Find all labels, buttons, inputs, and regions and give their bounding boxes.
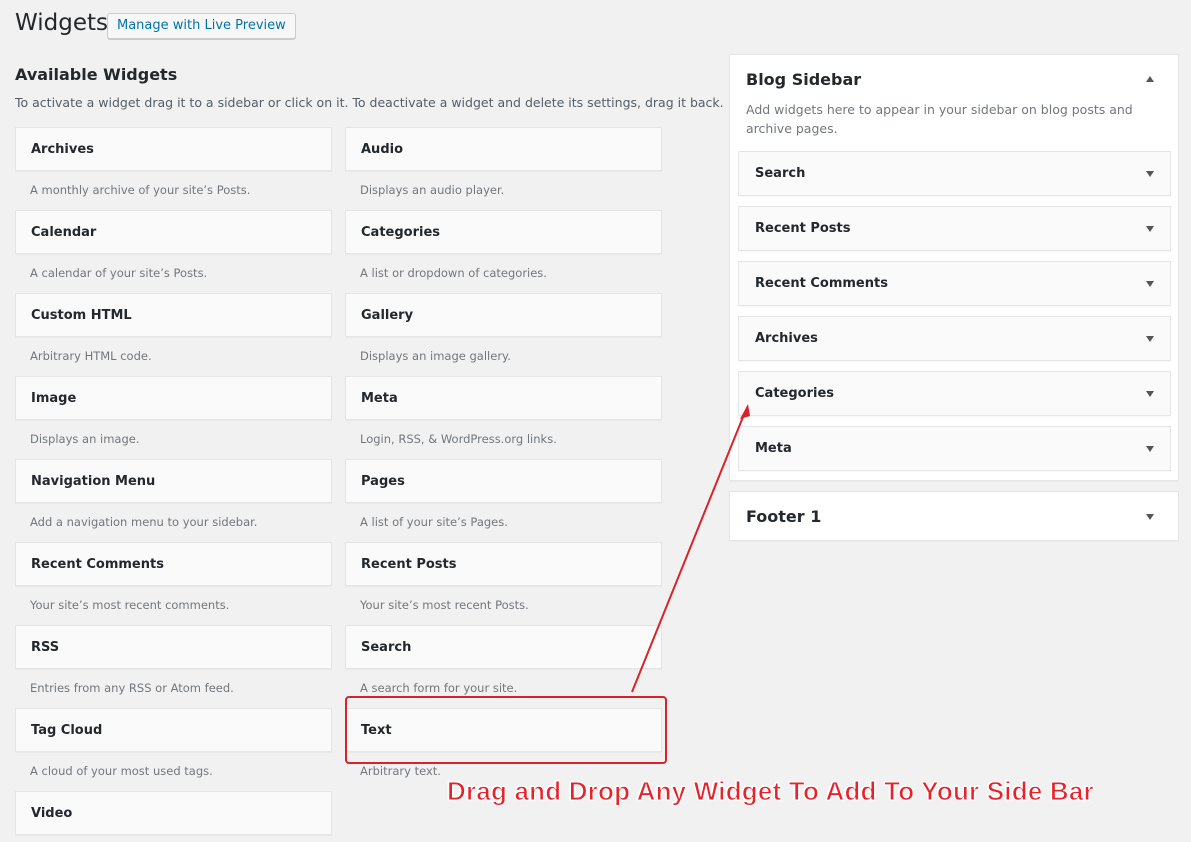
widget-description: Login, RSS, & WordPress.org links. (360, 432, 557, 446)
widget-description: Arbitrary HTML code. (30, 349, 152, 363)
available-widget[interactable]: Tag Cloud A cloud of your most used tags. (15, 708, 332, 792)
widget-title[interactable]: Image (15, 376, 332, 420)
widget-title[interactable]: Search (345, 625, 662, 669)
widget-description (15, 835, 332, 842)
sidebar-widget-label: Recent Posts (755, 221, 851, 236)
available-widget[interactable]: RSS Entries from any RSS or Atom feed. (15, 625, 332, 709)
available-widget[interactable]: Navigation Menu Add a navigation menu to … (15, 459, 332, 543)
widget-description: Add a navigation menu to your sidebar. (30, 515, 258, 529)
widget-title[interactable]: Calendar (15, 210, 332, 254)
chevron-down-icon[interactable] (1146, 171, 1154, 177)
sidebar-widget[interactable]: Meta (738, 426, 1171, 471)
widget-title[interactable]: Archives (15, 127, 332, 171)
drag-drop-annotation: Drag and Drop Any Widget To Add To Your … (447, 776, 1095, 807)
available-widget[interactable]: Recent Comments Your site’s most recent c… (15, 542, 332, 626)
chevron-down-icon[interactable] (1146, 336, 1154, 342)
sidebar-widget-label: Categories (755, 386, 835, 401)
available-widget[interactable]: Calendar A calendar of your site’s Posts. (15, 210, 332, 294)
widget-description: Your site’s most recent Posts. (360, 598, 529, 612)
sidebar-widget-label: Meta (755, 441, 792, 456)
blog-sidebar-title[interactable]: Blog Sidebar (746, 70, 861, 89)
widget-description: A calendar of your site’s Posts. (30, 266, 208, 280)
available-widgets-description: To activate a widget drag it to a sideba… (15, 95, 724, 110)
widget-description: A monthly archive of your site’s Posts. (30, 183, 251, 197)
available-widget[interactable]: Image Displays an image. (15, 376, 332, 460)
widget-title[interactable]: Navigation Menu (15, 459, 332, 503)
available-widget[interactable]: Custom HTML Arbitrary HTML code. (15, 293, 332, 377)
widget-title[interactable]: Meta (345, 376, 662, 420)
widget-title[interactable]: Recent Comments (15, 542, 332, 586)
widget-description: A list or dropdown of categories. (360, 266, 547, 280)
text-widget-highlight (345, 696, 667, 764)
sidebar-widget-label: Archives (755, 331, 818, 346)
chevron-down-icon[interactable] (1146, 391, 1154, 397)
widget-description: Displays an audio player. (360, 183, 505, 197)
available-widget[interactable]: Meta Login, RSS, & WordPress.org links. (345, 376, 662, 460)
sidebar-widget-label: Recent Comments (755, 276, 888, 291)
sidebar-widget-label: Search (755, 166, 806, 181)
blog-sidebar: Blog Sidebar Add widgets here to appear … (729, 54, 1179, 481)
available-widget[interactable]: Archives A monthly archive of your site’s… (15, 127, 332, 211)
sidebar-widget[interactable]: Search (738, 151, 1171, 196)
available-widget[interactable]: Gallery Displays an image gallery. (345, 293, 662, 377)
widget-description: Displays an image. (30, 432, 140, 446)
widget-title[interactable]: Pages (345, 459, 662, 503)
available-widgets-title: Available Widgets (15, 65, 178, 84)
collapse-up-icon[interactable] (1146, 76, 1154, 82)
widget-title[interactable]: Categories (345, 210, 662, 254)
widget-title[interactable]: Video (15, 791, 332, 835)
expand-down-icon[interactable] (1146, 514, 1154, 520)
available-widget[interactable]: Recent Posts Your site’s most recent Post… (345, 542, 662, 626)
available-widget[interactable]: Audio Displays an audio player. (345, 127, 662, 211)
widget-description: Your site’s most recent comments. (30, 598, 230, 612)
sidebar-widget[interactable]: Archives (738, 316, 1171, 361)
available-widget[interactable]: Categories A list or dropdown of categori… (345, 210, 662, 294)
footer-sidebar-title[interactable]: Footer 1 (746, 507, 821, 526)
widget-description: Displays an image gallery. (360, 349, 511, 363)
blog-sidebar-description: Add widgets here to appear in your sideb… (746, 102, 1133, 136)
widget-description: A search form for your site. (360, 681, 518, 695)
sidebar-widget[interactable]: Recent Comments (738, 261, 1171, 306)
chevron-down-icon[interactable] (1146, 226, 1154, 232)
widget-title[interactable]: Custom HTML (15, 293, 332, 337)
chevron-down-icon[interactable] (1146, 281, 1154, 287)
widget-description: Entries from any RSS or Atom feed. (30, 681, 234, 695)
available-widget[interactable]: Video (15, 791, 332, 842)
manage-live-preview-button[interactable]: Manage with Live Preview (107, 13, 296, 39)
available-widget[interactable]: Pages A list of your site’s Pages. (345, 459, 662, 543)
widget-description: A cloud of your most used tags. (30, 764, 213, 778)
footer-sidebar[interactable]: Footer 1 (729, 491, 1179, 541)
widget-title[interactable]: Tag Cloud (15, 708, 332, 752)
chevron-down-icon[interactable] (1146, 446, 1154, 452)
widget-title[interactable]: Recent Posts (345, 542, 662, 586)
widget-title[interactable]: Audio (345, 127, 662, 171)
sidebar-widget[interactable]: Categories (738, 371, 1171, 416)
page-title: Widgets (15, 10, 108, 36)
widget-description: A list of your site’s Pages. (360, 515, 508, 529)
widget-title[interactable]: RSS (15, 625, 332, 669)
sidebar-widget[interactable]: Recent Posts (738, 206, 1171, 251)
widget-title[interactable]: Gallery (345, 293, 662, 337)
